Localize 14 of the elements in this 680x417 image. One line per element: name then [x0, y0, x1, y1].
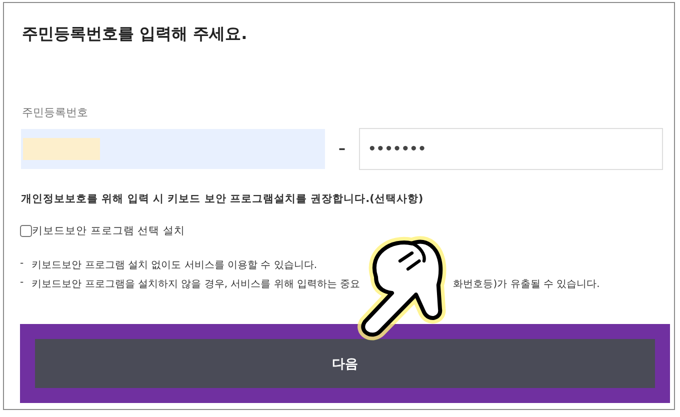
install-checkbox[interactable]	[20, 225, 32, 237]
bullet-dash: -	[20, 258, 24, 271]
note-text: 화번호등)가 유출될 수 있습니다.	[453, 278, 600, 291]
note-text: 키보드보안 프로그램을 설치하지 않을 경우, 서비스를 위해 입력하는 중요	[32, 278, 360, 291]
next-button[interactable]: 다음	[35, 339, 655, 388]
dash-separator: –	[338, 141, 346, 157]
page-title: 주민등록번호를 입력해 주세요.	[22, 23, 248, 45]
field-label: 주민등록번호	[22, 105, 89, 120]
checkbox-label: 키보드보안 프로그램 선택 설치	[32, 224, 186, 238]
id-back-field[interactable]: •••••••	[359, 128, 663, 170]
note-text: 키보드보안 프로그램 설치 없이도 서비스를 이용할 수 있습니다.	[32, 259, 318, 272]
notice-text: 개인정보보호를 위해 입력 시 키보드 보안 프로그램설치를 권장합니다.(선택사항)	[21, 192, 424, 206]
bullet-dash: -	[20, 277, 24, 290]
id-front-field[interactable]	[21, 129, 325, 169]
